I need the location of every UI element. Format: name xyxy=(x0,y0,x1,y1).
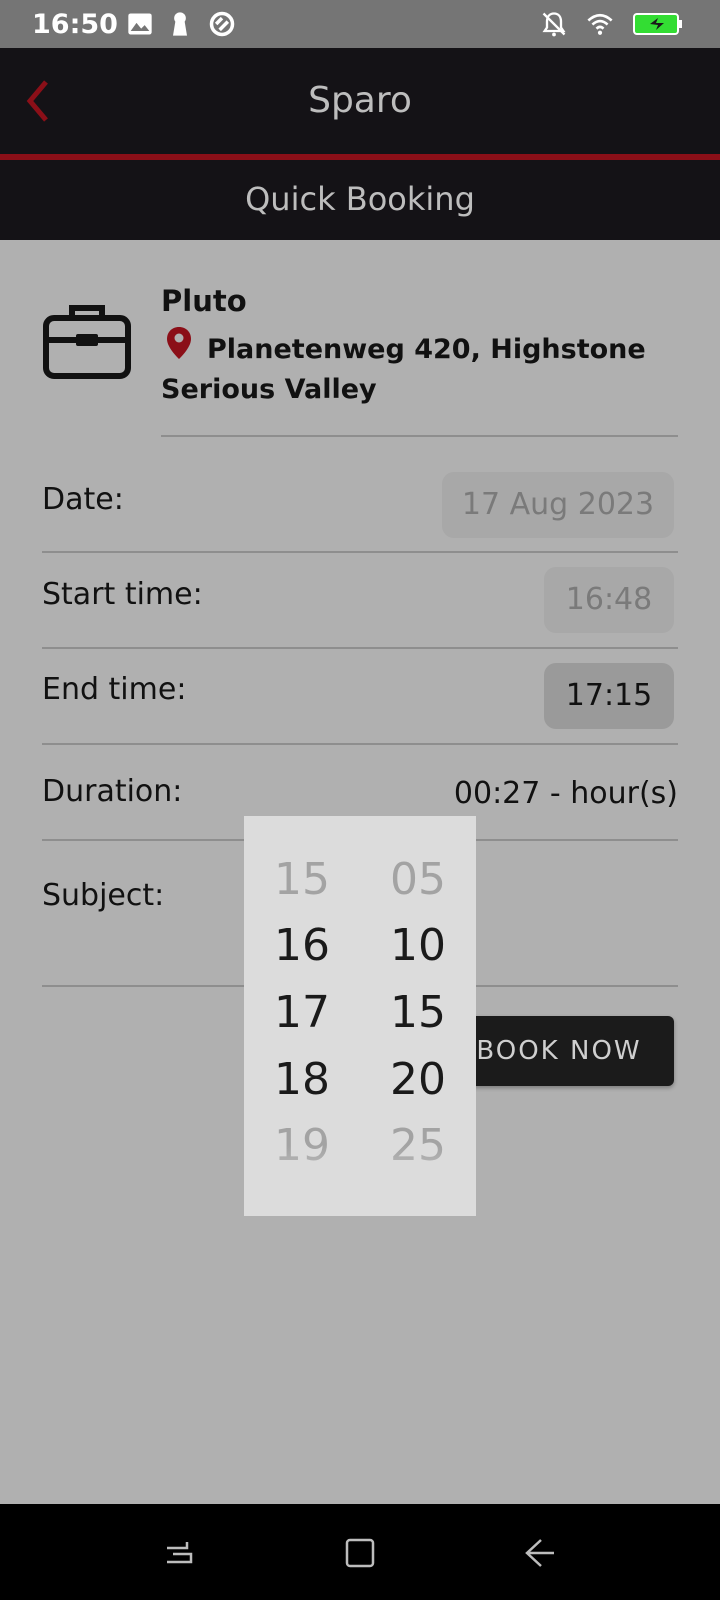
address-line-1: Planetenweg 420, Highstone xyxy=(207,334,646,365)
date-label: Date: xyxy=(42,482,124,517)
duration-value: 00:27 - hour(s) xyxy=(453,776,678,811)
location-pin-icon xyxy=(167,327,191,359)
minute-option-selected[interactable]: 15 xyxy=(360,987,476,1038)
divider xyxy=(42,743,678,745)
sub-header: Quick Booking xyxy=(0,160,720,240)
minute-option[interactable]: 10 xyxy=(360,920,476,971)
date-field[interactable]: 17 Aug 2023 xyxy=(442,472,674,538)
end-time-field[interactable]: 17:15 xyxy=(544,663,674,729)
app-title: Sparo xyxy=(308,80,412,121)
keyhole-icon xyxy=(173,12,187,36)
start-time-field[interactable]: 16:48 xyxy=(544,567,674,633)
image-icon xyxy=(128,13,152,35)
hour-option-selected[interactable]: 17 xyxy=(244,987,360,1038)
status-time: 16:50 xyxy=(32,9,118,40)
location-name: Pluto xyxy=(161,284,247,318)
page-title: Quick Booking xyxy=(245,180,475,218)
divider xyxy=(42,551,678,553)
status-bar: 16:50 xyxy=(0,0,720,48)
address-line-2: Serious Valley xyxy=(161,374,377,405)
book-now-button[interactable]: BOOK NOW xyxy=(444,1016,674,1086)
home-icon[interactable] xyxy=(343,1536,377,1570)
hour-option[interactable]: 15 xyxy=(244,854,360,905)
booking-content: Pluto Planetenweg 420, Highstone Serious… xyxy=(0,240,720,1504)
picker-fade xyxy=(244,1146,476,1216)
time-picker[interactable]: 15 16 17 18 19 05 10 15 20 25 xyxy=(244,816,476,1216)
minute-option[interactable]: 20 xyxy=(360,1054,476,1105)
battery-charging-icon xyxy=(633,13,682,35)
minute-option[interactable]: 05 xyxy=(360,854,476,905)
divider xyxy=(42,647,678,649)
app-bar: Sparo xyxy=(0,48,720,154)
wifi-icon xyxy=(587,13,613,35)
system-nav-bar xyxy=(0,1504,720,1600)
briefcase-icon xyxy=(43,305,131,379)
hour-option[interactable]: 18 xyxy=(244,1054,360,1105)
duration-label: Duration: xyxy=(42,774,183,809)
end-time-label: End time: xyxy=(42,672,187,707)
back-icon[interactable] xyxy=(523,1536,557,1570)
hour-option[interactable]: 16 xyxy=(244,920,360,971)
recents-icon[interactable] xyxy=(163,1536,197,1570)
notifications-off-icon xyxy=(542,12,566,37)
subject-label: Subject: xyxy=(42,878,165,913)
sync-icon xyxy=(209,11,235,37)
start-time-label: Start time: xyxy=(42,577,203,612)
divider xyxy=(161,435,678,437)
